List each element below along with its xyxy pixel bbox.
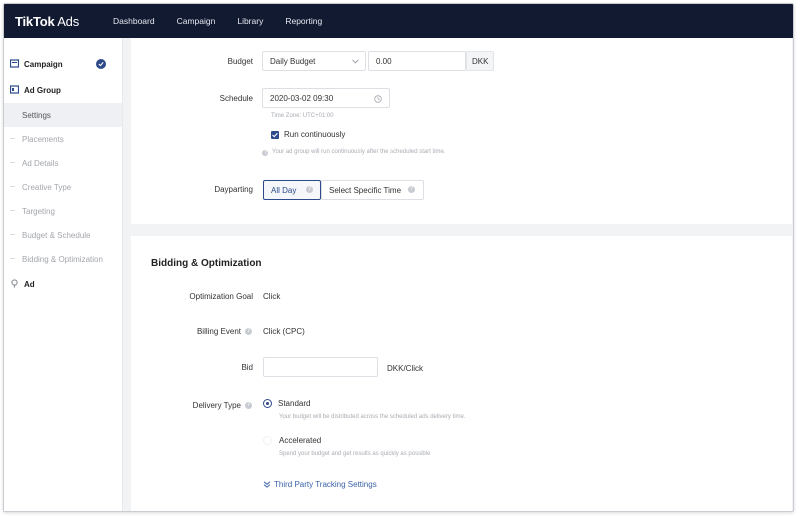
top-nav-bar: TikTok Ads Dashboard Campaign Library Re… [4,4,793,38]
clock-icon [374,95,382,103]
currency-label: DKK [472,56,489,66]
section-title: Bidding & Optimization [151,258,262,269]
bid-label: Bid [241,363,253,372]
budget-amount-value: 0.00 [376,56,392,66]
app-window: TikTok Ads Dashboard Campaign Library Re… [3,3,794,512]
divider [10,162,15,163]
double-chevron-down-icon [263,481,271,488]
bid-unit: DKK/Click [387,364,424,373]
third-party-tracking-toggle[interactable]: Third Party Tracking Settings [274,480,377,489]
help-icon [306,185,313,193]
sidebar-item-budget-schedule[interactable]: Budget & Schedule [4,223,122,247]
budget-type-value: Daily Budget [270,56,316,66]
dayparting-label: Dayparting [214,185,253,194]
sidebar-item-targeting[interactable]: Targeting [4,199,122,223]
sidebar-item-label: Campaign [24,59,63,69]
sidebar-item-label: Budget & Schedule [22,230,91,240]
tiktok-ads-logo[interactable]: TikTok Ads [15,14,79,29]
info-icon [262,149,268,156]
schedule-note: Your ad group will run continuously afte… [272,149,446,155]
sidebar-item-label: Creative Type [22,182,72,192]
nav-library[interactable]: Library [237,16,263,26]
sidebar-item-label: Targeting [22,206,55,216]
accelerated-description: Spend your budget and get results as qui… [279,451,431,457]
divider [10,186,15,187]
help-icon [245,401,252,409]
sidebar: Campaign Ad Group Settings Placements Ad… [4,38,123,511]
budget-type-select[interactable]: Daily Budget [262,51,366,71]
standard-radio[interactable] [263,399,272,408]
divider [10,210,15,211]
sidebar-item-label: Ad [24,279,35,289]
all-day-label: All Day [271,185,297,195]
nav-dashboard[interactable]: Dashboard [113,16,155,26]
help-icon [245,327,252,335]
delivery-type-label: Delivery Type [192,401,241,410]
divider [10,138,15,139]
billing-event-label: Billing Event [196,327,241,336]
schedule-start-input[interactable]: 2020-03-02 09:30 [262,88,390,108]
sidebar-item-campaign[interactable]: Campaign [4,51,122,77]
schedule-start-value: 2020-03-02 09:30 [270,93,334,103]
billing-event-value: Click (CPC) [263,327,305,336]
standard-description: Your budget will be distributed across t… [279,414,466,420]
help-icon [408,185,415,193]
sidebar-item-bidding-optimization[interactable]: Bidding & Optimization [4,247,122,271]
currency-suffix: DKK [466,51,494,71]
standard-label: Standard [278,399,311,408]
optimization-goal-label: Optimization Goal [189,292,253,301]
bid-input[interactable] [263,357,378,377]
budget-amount-input[interactable]: 0.00 [368,51,466,71]
run-continuously-label: Run continuously [284,130,346,139]
timezone-text: Time Zone: UTC+01:00 [271,113,334,119]
nav-campaign[interactable]: Campaign [177,16,216,26]
chevron-down-icon [352,59,359,64]
sidebar-item-label: Bidding & Optimization [22,254,103,264]
accelerated-label: Accelerated [279,436,322,445]
optimization-goal-value: Click [263,292,281,301]
sidebar-item-label: Settings [22,110,51,120]
divider [10,234,15,235]
bidding-optimization-panel: Bidding & Optimization Optimization Goal… [131,236,792,511]
nav-reporting[interactable]: Reporting [285,16,322,26]
budget-schedule-panel: Budget Daily Budget 0.00 DKK Schedule 20… [131,38,792,224]
sidebar-item-settings[interactable]: Settings [4,103,122,127]
sidebar-item-label: Placements [22,134,64,144]
campaign-icon [10,59,19,68]
sidebar-item-placements[interactable]: Placements [4,127,122,151]
accelerated-radio[interactable] [263,436,272,445]
run-continuously-checkbox[interactable] [271,131,279,139]
ad-group-icon [10,85,19,94]
sidebar-item-ad-details[interactable]: Ad Details [4,151,122,175]
sidebar-item-ad[interactable]: Ad [4,271,122,297]
budget-label: Budget [227,57,253,66]
schedule-label: Schedule [219,94,253,103]
sidebar-item-ad-group[interactable]: Ad Group [4,77,122,103]
specific-time-label: Select Specific Time [329,185,402,195]
divider [10,258,15,259]
sidebar-item-creative-type[interactable]: Creative Type [4,175,122,199]
completed-check-icon [96,59,106,69]
location-pin-icon [11,279,18,288]
sidebar-item-label: Ad Group [24,85,61,95]
sidebar-item-label: Ad Details [22,158,59,168]
